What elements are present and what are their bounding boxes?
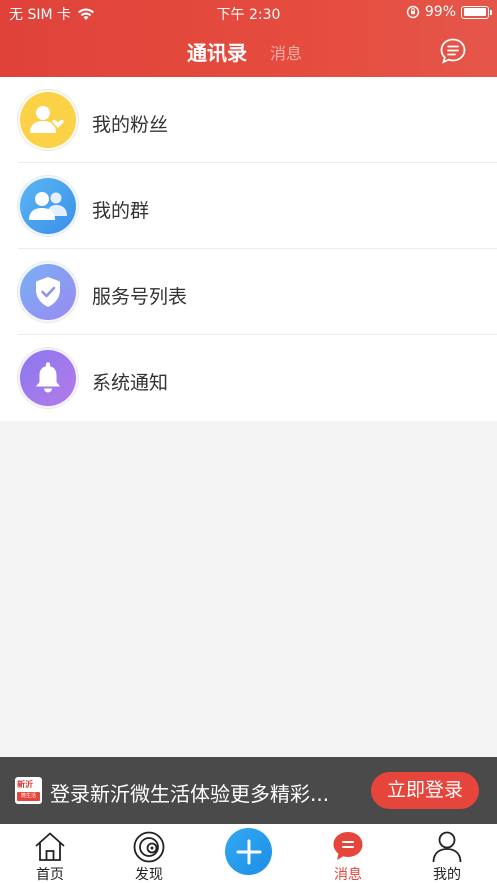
app-logo: 新沂 微生活 <box>15 777 42 804</box>
tab-messages-bottom[interactable]: 消息 <box>298 824 398 883</box>
battery-percent: 99% <box>424 4 456 20</box>
list-item-label: 系统通知 <box>92 372 169 394</box>
fans-icon <box>18 90 78 150</box>
list-item-label: 服务号列表 <box>92 286 188 308</box>
list-item-notifications[interactable]: 系统通知 <box>0 335 497 421</box>
chat-list-icon[interactable] <box>439 37 467 65</box>
header-bar: 无 SIM 卡 下午 2:30 99% 通讯录 消息 <box>0 0 497 77</box>
tab-home[interactable]: 首页 <box>0 824 100 883</box>
tab-messages[interactable]: 消息 <box>270 40 302 64</box>
plus-icon <box>236 839 261 864</box>
list-item-label: 我的群 <box>92 200 150 222</box>
login-button[interactable]: 立即登录 <box>371 772 479 809</box>
battery-icon <box>461 5 492 19</box>
list-item-services[interactable]: 服务号列表 <box>0 249 497 335</box>
add-button[interactable] <box>225 828 272 875</box>
bottom-tab-bar: 首页 发现 消息 我的 <box>0 824 497 883</box>
message-icon <box>333 832 363 860</box>
status-bar: 无 SIM 卡 下午 2:30 99% <box>0 0 497 26</box>
banner-text: 登录新沂微生活体验更多精彩... <box>50 782 330 806</box>
list-item-label: 我的粉丝 <box>92 114 169 136</box>
contact-list: 我的粉丝 我的群 服务号列表 系统通知 <box>0 77 497 421</box>
bell-icon <box>18 348 78 408</box>
group-icon <box>18 176 78 236</box>
rotation-lock-icon <box>406 5 420 19</box>
tab-contacts[interactable]: 通讯录 <box>187 37 247 66</box>
list-item-groups[interactable]: 我的群 <box>0 163 497 249</box>
tab-discover[interactable]: 发现 <box>99 824 199 883</box>
user-icon <box>432 831 462 863</box>
home-icon <box>35 832 65 861</box>
discover-icon <box>133 831 165 863</box>
tab-mine[interactable]: 我的 <box>397 824 497 883</box>
shield-icon <box>18 262 78 322</box>
header-tabs: 通讯录 消息 <box>0 37 497 65</box>
login-banner: 新沂 微生活 登录新沂微生活体验更多精彩... 立即登录 <box>0 757 497 824</box>
list-item-fans[interactable]: 我的粉丝 <box>0 77 497 163</box>
